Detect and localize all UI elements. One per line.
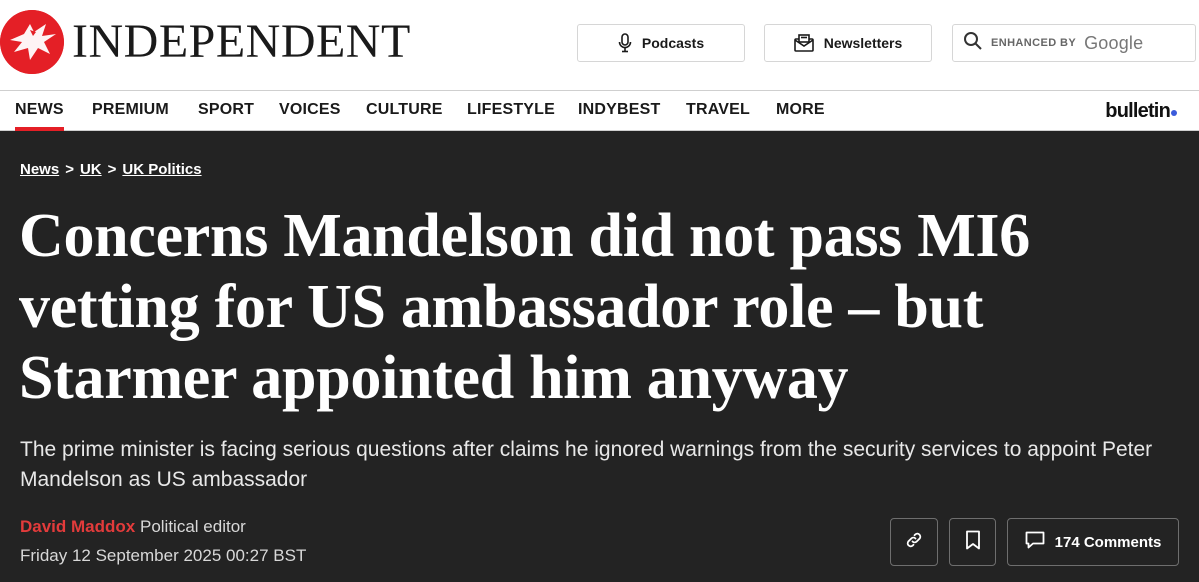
breadcrumb-uk[interactable]: UK	[80, 161, 102, 178]
microphone-icon	[618, 33, 632, 53]
comments-button[interactable]: 174 Comments	[1007, 518, 1179, 566]
breadcrumb-news[interactable]: News	[20, 161, 59, 178]
link-icon	[904, 530, 924, 555]
search-input[interactable]: ENHANCED BY Google	[952, 24, 1196, 62]
search-icon	[963, 31, 983, 56]
podcasts-button[interactable]: Podcasts	[577, 24, 745, 62]
eagle-logo-icon[interactable]	[0, 10, 64, 74]
nav-item-more[interactable]: MORE	[776, 91, 825, 131]
newsletter-icon	[793, 34, 814, 52]
nav-item-lifestyle[interactable]: LIFESTYLE	[467, 91, 555, 131]
breadcrumb-uk-politics[interactable]: UK Politics	[122, 161, 201, 178]
publish-date: Friday 12 September 2025 00:27 BST	[20, 546, 307, 565]
breadcrumb: News > UK > UK Politics	[20, 161, 202, 178]
nav-item-sport[interactable]: SPORT	[198, 91, 254, 131]
share-link-button[interactable]	[890, 518, 938, 566]
masthead: INDEPENDENT Podcasts Newsletters ENHANCE…	[0, 0, 1199, 88]
main-nav: NEWS PREMIUM SPORT VOICES CULTURE LIFEST…	[0, 90, 1199, 131]
bookmark-button[interactable]	[949, 518, 996, 566]
nav-item-premium[interactable]: PREMIUM	[92, 91, 169, 131]
newsletters-button[interactable]: Newsletters	[764, 24, 932, 62]
byline: David Maddox Political editor	[20, 515, 246, 539]
breadcrumb-separator: >	[65, 161, 74, 178]
bookmark-icon	[965, 530, 981, 555]
newsletters-label: Newsletters	[823, 35, 903, 51]
nav-item-indybest[interactable]: INDYBEST	[578, 91, 661, 131]
breadcrumb-separator: >	[107, 161, 117, 178]
article-headline: Concerns Mandelson did not pass MI6 vett…	[19, 202, 1030, 412]
google-label: Google	[1084, 32, 1144, 53]
nav-item-news[interactable]: NEWS	[15, 91, 64, 131]
article-standfirst: The prime minister is facing serious que…	[20, 438, 1153, 491]
search-enhanced-label: ENHANCED BY	[991, 37, 1077, 49]
author-link[interactable]: David Maddox	[20, 517, 135, 536]
nav-item-voices[interactable]: VOICES	[279, 91, 341, 131]
podcasts-label: Podcasts	[641, 35, 705, 51]
nav-item-travel[interactable]: TRAVEL	[686, 91, 750, 131]
author-role: Political editor	[139, 517, 246, 536]
comments-count-label: 174 Comments	[1054, 533, 1162, 551]
site-wordmark[interactable]: INDEPENDENT	[72, 14, 411, 70]
bulletin-label: bulletin	[1105, 100, 1171, 122]
bulletin-logo[interactable]: bulletin	[1105, 97, 1177, 125]
comment-icon	[1025, 531, 1045, 553]
nav-item-culture[interactable]: CULTURE	[366, 91, 443, 131]
article-header: News > UK > UK Politics Concerns Mandels…	[0, 131, 1199, 582]
bulletin-dot-icon	[1171, 110, 1177, 116]
